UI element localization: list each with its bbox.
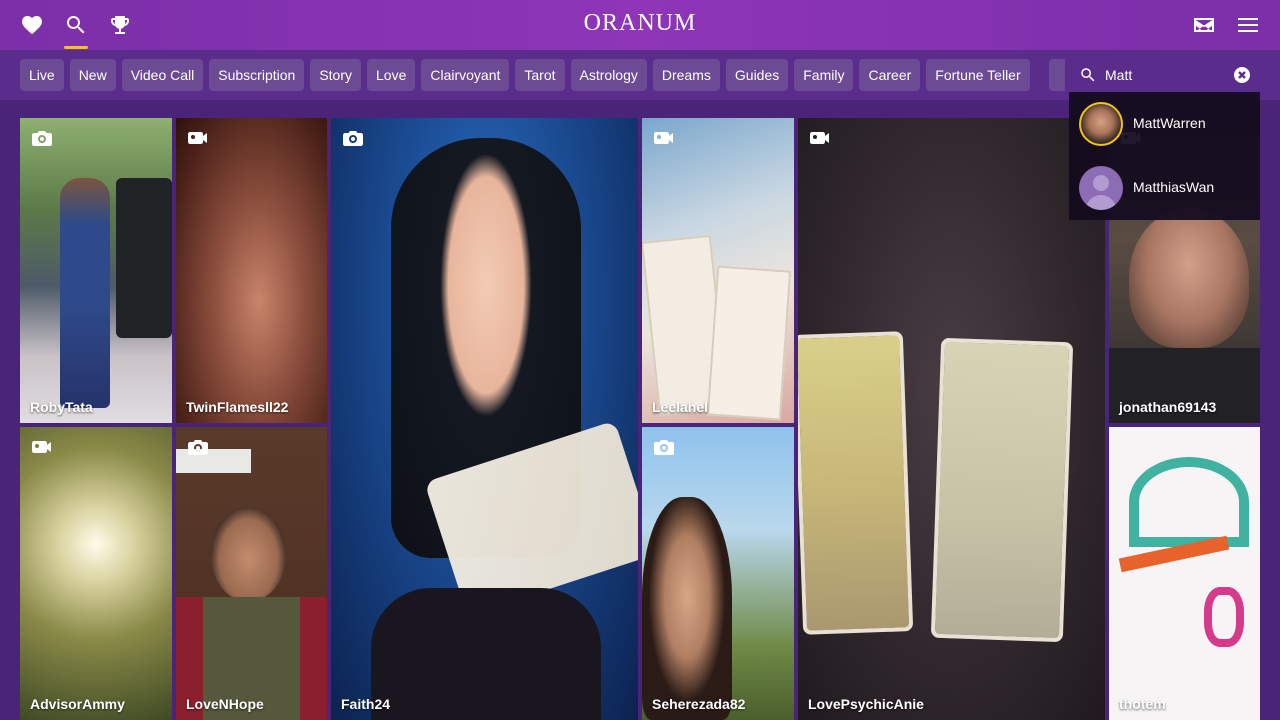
- chip-career[interactable]: Career: [859, 59, 921, 91]
- model-tile[interactable]: Faith24: [331, 118, 638, 720]
- chip-clairvoyant[interactable]: Clairvoyant: [421, 59, 510, 91]
- face-shape: [211, 507, 286, 602]
- chip-overflow[interactable]: [1049, 59, 1065, 91]
- face-shape: [1129, 208, 1249, 348]
- search-box: [1069, 58, 1260, 92]
- car-shape: [116, 178, 172, 338]
- camera-icon: [32, 130, 52, 146]
- tarot-card: [930, 337, 1074, 643]
- playing-card: [706, 265, 792, 421]
- model-tile[interactable]: Seherezada82: [642, 427, 794, 720]
- mail-icon[interactable]: [1190, 11, 1218, 39]
- clear-search-icon[interactable]: [1234, 67, 1250, 83]
- model-tile[interactable]: TwinFlamesll22: [176, 118, 327, 423]
- face-shape: [642, 497, 732, 720]
- model-tile[interactable]: LovePsychicAnie: [798, 118, 1105, 720]
- model-name: Leelahel: [652, 399, 709, 415]
- camera-icon: [343, 130, 363, 146]
- chip-tarot[interactable]: Tarot: [515, 59, 565, 91]
- model-tile[interactable]: thotem: [1109, 427, 1260, 720]
- chip-video-call[interactable]: Video Call: [121, 59, 204, 91]
- logo-art: [1204, 587, 1244, 647]
- dress-shape: [371, 588, 601, 720]
- model-name: Seherezada82: [652, 696, 746, 712]
- model-name: LovePsychicAnie: [808, 696, 924, 712]
- model-tile[interactable]: Leelahel: [642, 118, 794, 423]
- oranum-logo[interactable]: Oranum: [0, 10, 1280, 37]
- chip-dreams[interactable]: Dreams: [652, 59, 720, 91]
- search-icon: [1079, 66, 1097, 84]
- search-suggestions: MattWarren MatthiasWan: [1069, 92, 1260, 220]
- category-chips: Live New Video Call Subscription Story L…: [20, 59, 1030, 91]
- video-icon: [810, 130, 830, 146]
- model-name: thotem: [1119, 696, 1166, 712]
- avatar: [1079, 102, 1123, 146]
- model-name: AdvisorAmmy: [30, 696, 125, 712]
- chip-new[interactable]: New: [69, 59, 116, 91]
- camera-icon: [188, 439, 208, 455]
- camera-icon: [654, 439, 674, 455]
- model-name: RobyTata: [30, 399, 93, 415]
- model-name: jonathan69143: [1119, 399, 1217, 415]
- chip-guides[interactable]: Guides: [725, 59, 789, 91]
- chip-subscription[interactable]: Subscription: [209, 59, 305, 91]
- model-tile[interactable]: LoveNHope: [176, 427, 327, 720]
- suggestion-name: MattWarren: [1133, 115, 1206, 131]
- tarot-card: [798, 331, 914, 635]
- person-figure: [60, 178, 110, 408]
- chip-astrology[interactable]: Astrology: [570, 59, 647, 91]
- top-header: Oranum: [0, 0, 1280, 50]
- model-tile[interactable]: RobyTata: [20, 118, 172, 423]
- video-icon: [188, 130, 208, 146]
- model-tile[interactable]: AdvisorAmmy: [20, 427, 172, 720]
- suggestion-item[interactable]: MatthiasWan: [1069, 156, 1260, 220]
- chip-story[interactable]: Story: [310, 59, 361, 91]
- active-tab-indicator: [64, 46, 88, 49]
- chip-live[interactable]: Live: [20, 59, 64, 91]
- chip-love[interactable]: Love: [367, 59, 416, 91]
- suggestion-item[interactable]: MattWarren: [1069, 92, 1260, 156]
- chip-fortune-teller[interactable]: Fortune Teller: [926, 59, 1030, 91]
- model-name: Faith24: [341, 696, 391, 712]
- model-name: LoveNHope: [186, 696, 264, 712]
- suggestion-name: MatthiasWan: [1133, 179, 1215, 195]
- chip-family[interactable]: Family: [794, 59, 854, 91]
- model-name: TwinFlamesll22: [186, 399, 289, 415]
- menu-icon[interactable]: [1234, 11, 1262, 39]
- video-icon: [32, 439, 52, 455]
- search-input[interactable]: [1105, 64, 1230, 86]
- video-icon: [654, 130, 674, 146]
- logo-art: [1129, 457, 1249, 547]
- avatar: [1079, 166, 1123, 210]
